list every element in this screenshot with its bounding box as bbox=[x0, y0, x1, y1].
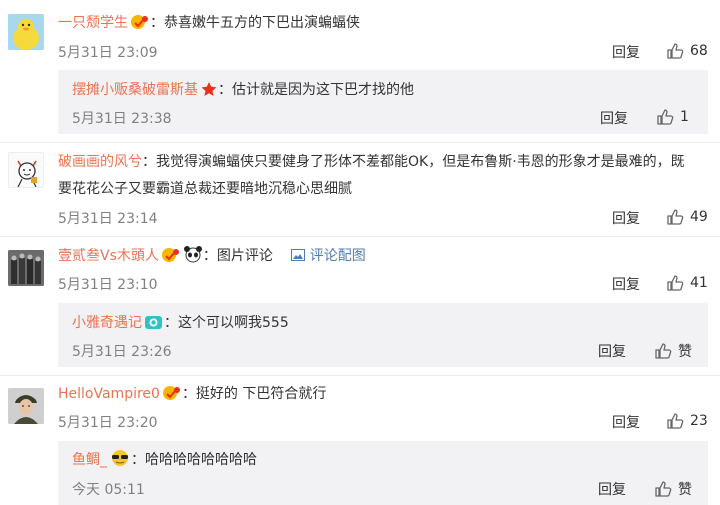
reply-username-link[interactable]: 摆摊小贩桑破雷斯基 bbox=[72, 82, 198, 98]
sunglasses-badge-icon bbox=[109, 449, 131, 476]
vip-badge-icon bbox=[162, 384, 182, 410]
thumbs-up-icon bbox=[667, 209, 684, 225]
reply-reply-button[interactable]: 回复 bbox=[598, 479, 626, 499]
username-link[interactable]: 一只颓学生 bbox=[58, 15, 128, 31]
reply-time: 今天 05:11 bbox=[72, 482, 145, 498]
avatar[interactable] bbox=[8, 152, 44, 188]
reply-text: ：估计就是因为这下巴才找的他 bbox=[218, 82, 414, 98]
reply-like-button[interactable]: 1 bbox=[656, 108, 689, 126]
thumbs-up-icon bbox=[667, 275, 684, 291]
comment-time: 5月31日 23:14 bbox=[58, 211, 158, 227]
reply-like-button[interactable]: 赞 bbox=[654, 341, 692, 361]
username-link[interactable]: HelloVampire0 bbox=[58, 386, 160, 402]
group-photo-avatar-icon bbox=[8, 250, 44, 286]
camera-badge-icon bbox=[144, 313, 164, 339]
image-icon bbox=[291, 248, 306, 264]
thumbs-up-icon bbox=[655, 343, 672, 359]
like-count: 1 bbox=[680, 109, 689, 125]
reply-button[interactable]: 回复 bbox=[612, 42, 640, 62]
like-count: 68 bbox=[690, 43, 708, 59]
devil-sketch-avatar-icon bbox=[9, 153, 43, 187]
comment-line: 一只颓学生 ：恭喜嫩牛五方的下巴出演蝙蝠侠 bbox=[58, 10, 360, 39]
image-comment-link[interactable]: 评论配图 bbox=[291, 248, 366, 264]
like-count: 23 bbox=[690, 413, 708, 429]
reply-text: ：这个可以啊我555 bbox=[164, 315, 289, 331]
comment-text: ：恭喜嫩牛五方的下巴出演蝙蝠侠 bbox=[150, 15, 360, 31]
comment-time: 5月31日 23:09 bbox=[58, 45, 158, 61]
like-button[interactable]: 41 bbox=[666, 274, 708, 292]
comment-text: ：挺好的 下巴符合就行 bbox=[181, 386, 327, 402]
reply-button[interactable]: 回复 bbox=[612, 208, 640, 228]
like-label: 赞 bbox=[678, 344, 692, 360]
duck-avatar-icon bbox=[8, 14, 44, 50]
divider bbox=[0, 142, 720, 143]
username-link[interactable]: 壹贰叁Vs木頭人 bbox=[58, 248, 159, 264]
reply-like-button[interactable]: 赞 bbox=[654, 479, 692, 499]
avatar[interactable] bbox=[8, 388, 44, 424]
like-button[interactable]: 49 bbox=[666, 208, 708, 226]
comment-line: HelloVampire0 ：挺好的 下巴符合就行 bbox=[58, 381, 326, 410]
reply-text: ：哈哈哈哈哈哈哈哈 bbox=[131, 452, 257, 468]
thumbs-up-icon bbox=[667, 43, 684, 59]
panda-badge-icon bbox=[183, 245, 203, 272]
thumbs-up-icon bbox=[657, 109, 674, 125]
reply-username-link[interactable]: 小雅奇遇记 bbox=[72, 315, 142, 331]
divider bbox=[0, 375, 720, 376]
red-star-badge-icon bbox=[200, 80, 218, 106]
image-link-label: 评论配图 bbox=[309, 248, 366, 264]
comment-text: ：图片评论 bbox=[202, 248, 273, 264]
reply-reply-button[interactable]: 回复 bbox=[600, 108, 628, 128]
divider bbox=[0, 236, 720, 237]
vip-badge-icon bbox=[161, 246, 181, 272]
vip-badge-icon bbox=[130, 13, 150, 39]
comment-time: 5月31日 23:10 bbox=[58, 277, 158, 293]
reply-button[interactable]: 回复 bbox=[612, 274, 640, 294]
like-button[interactable]: 68 bbox=[666, 42, 708, 60]
comment-text: ：我觉得演蝙蝠侠只要健身了形体不差都能OK，但是布鲁斯·韦恩的形象才是最难的，既… bbox=[58, 154, 685, 197]
reply-time: 5月31日 23:38 bbox=[72, 111, 172, 127]
reply-button[interactable]: 回复 bbox=[612, 412, 640, 432]
like-label: 赞 bbox=[678, 482, 692, 498]
thumbs-up-icon bbox=[667, 413, 684, 429]
reply-username-link[interactable]: 鱼鲷_ bbox=[72, 452, 107, 468]
username-link[interactable]: 破画画的风兮 bbox=[58, 154, 142, 170]
avatar[interactable] bbox=[8, 14, 44, 50]
like-count: 49 bbox=[690, 209, 708, 225]
reply-time: 5月31日 23:26 bbox=[72, 344, 172, 360]
comment-line: 壹贰叁Vs木頭人 ：图片评论 评论配图 bbox=[58, 243, 366, 272]
like-count: 41 bbox=[690, 275, 708, 291]
reply-line: 小雅奇遇记 ：这个可以啊我555 bbox=[72, 310, 289, 339]
reply-reply-button[interactable]: 回复 bbox=[598, 341, 626, 361]
avatar[interactable] bbox=[8, 250, 44, 286]
like-button[interactable]: 23 bbox=[666, 412, 708, 430]
comment-time: 5月31日 23:20 bbox=[58, 415, 158, 431]
thumbs-up-icon bbox=[655, 481, 672, 497]
reply-line: 鱼鲷_ ：哈哈哈哈哈哈哈哈 bbox=[72, 447, 257, 476]
reply-line: 摆摊小贩桑破雷斯基 ：估计就是因为这下巴才找的他 bbox=[72, 77, 414, 106]
comment-line: 破画画的风兮：我觉得演蝙蝠侠只要健身了形体不差都能OK，但是布鲁斯·韦恩的形象才… bbox=[58, 149, 698, 203]
soldier-avatar-icon bbox=[8, 388, 44, 424]
